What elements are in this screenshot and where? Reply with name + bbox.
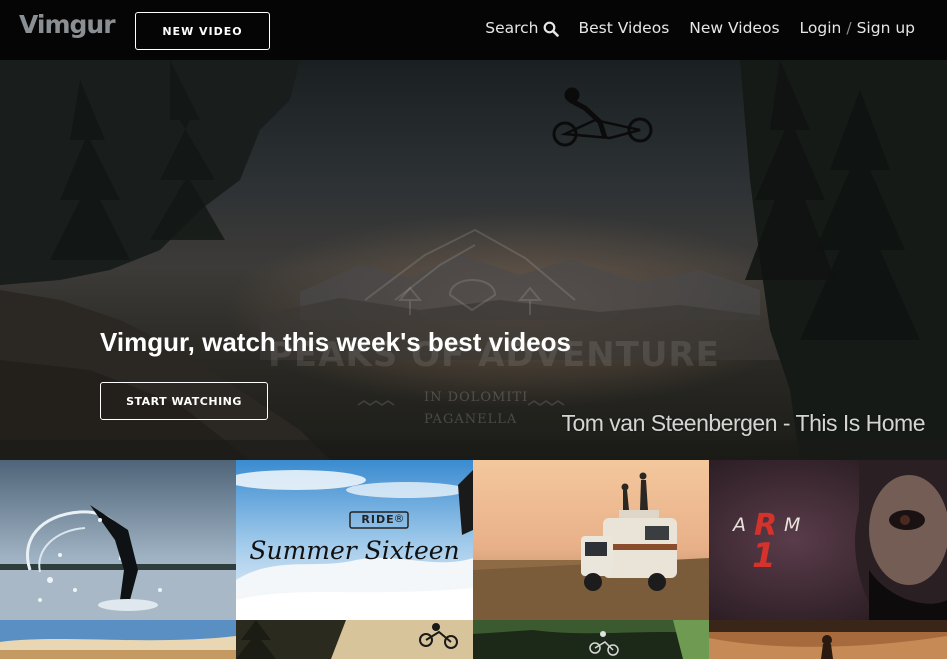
start-watching-button[interactable]: START WATCHING bbox=[100, 382, 268, 420]
summer-sixteen-title: Summer Sixteen bbox=[249, 536, 460, 565]
auth-separator: / bbox=[846, 19, 852, 37]
auth-links: Login / Sign up bbox=[800, 19, 915, 37]
thumbnail-image-rv-sunset bbox=[473, 460, 709, 620]
watermark-line-2: PAGANELLA bbox=[424, 412, 518, 427]
best-videos-link[interactable]: Best Videos bbox=[579, 19, 670, 37]
search-link[interactable]: Search bbox=[485, 19, 559, 37]
new-videos-link[interactable]: New Videos bbox=[689, 19, 779, 37]
thumbnail-image-forest-jump bbox=[236, 620, 473, 659]
signup-link[interactable]: Sign up bbox=[857, 19, 915, 37]
video-thumbnail[interactable] bbox=[0, 460, 236, 620]
video-thumbnail[interactable] bbox=[236, 620, 473, 659]
thumbnail-image-arm1 bbox=[709, 460, 947, 620]
arm1-letter-m: M bbox=[784, 514, 801, 536]
thumbnail-image-blue-sky bbox=[0, 620, 236, 659]
search-label: Search bbox=[485, 19, 539, 37]
hero-title: Vimgur, watch this week's best videos bbox=[100, 327, 571, 357]
thumbnail-image-dark-forest bbox=[473, 620, 709, 659]
login-link[interactable]: Login bbox=[800, 19, 842, 37]
hero-banner[interactable]: PEAKS OF ADVENTURE IN DOLOMITI PAGANELLA… bbox=[0, 60, 947, 460]
video-thumbnail[interactable] bbox=[709, 460, 947, 620]
main-nav: Search Best Videos New Videos Login / Si… bbox=[485, 19, 915, 37]
arm1-letter-a: A bbox=[733, 514, 746, 536]
thumbnail-image-splash bbox=[0, 460, 236, 620]
logo[interactable]: Vimgur bbox=[19, 10, 116, 39]
new-video-button[interactable]: NEW VIDEO bbox=[135, 12, 270, 50]
video-thumbnail-grid: RIDE ® Summer Sixteen A R M 1 bbox=[0, 460, 947, 659]
video-thumbnail[interactable] bbox=[473, 460, 709, 620]
search-icon bbox=[543, 21, 559, 37]
hero-video-caption: Tom van Steenbergen - This Is Home bbox=[561, 410, 925, 436]
video-thumbnail[interactable] bbox=[0, 620, 236, 659]
watermark-line-1: IN DOLOMITI bbox=[424, 390, 529, 405]
ride-registered-mark: ® bbox=[393, 512, 405, 525]
bike-rider-figure bbox=[552, 87, 653, 147]
video-thumbnail[interactable] bbox=[709, 620, 947, 659]
thumbnail-image-indoor-skate bbox=[709, 620, 947, 659]
top-navbar: Vimgur NEW VIDEO Search Best Videos New … bbox=[0, 0, 947, 60]
arm1-number: 1 bbox=[752, 536, 776, 576]
video-thumbnail[interactable] bbox=[473, 620, 709, 659]
